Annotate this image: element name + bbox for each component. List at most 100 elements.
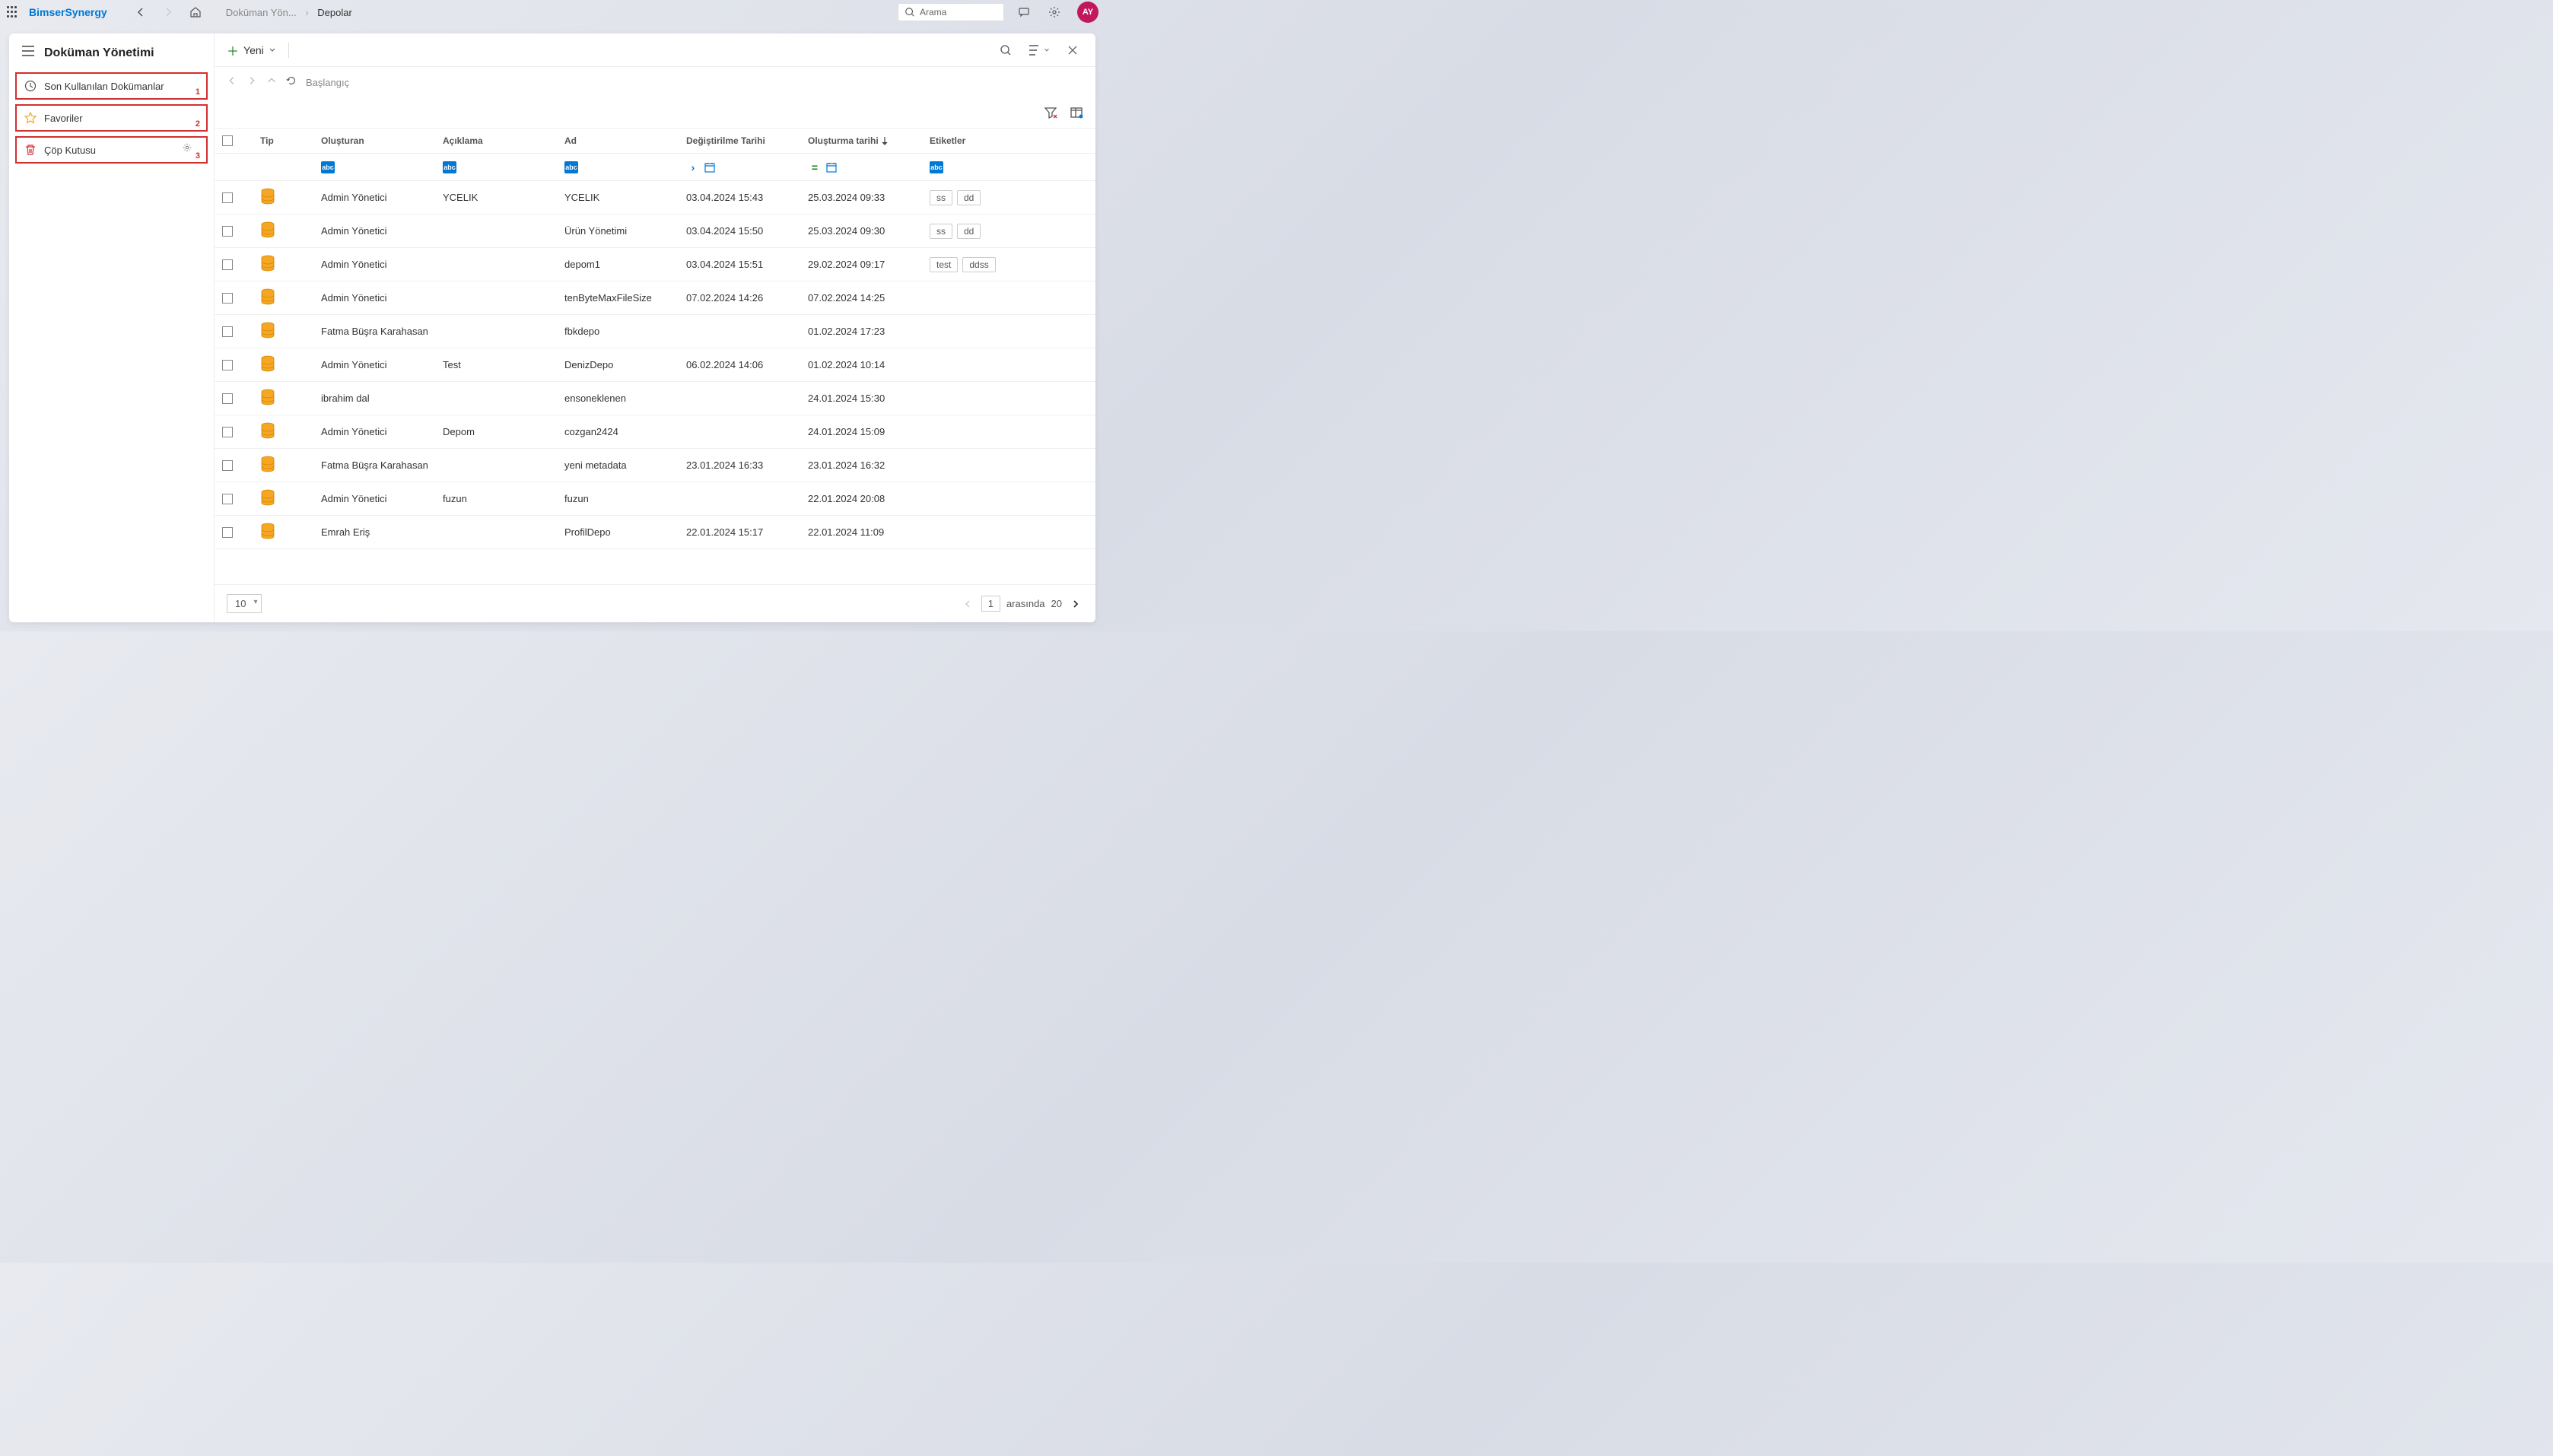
table-row[interactable]: Fatma Büşra Karahasan fbkdepo 01.02.2024…: [215, 315, 1095, 348]
table-row[interactable]: ibrahim dal ensoneklenen 24.01.2024 15:3…: [215, 382, 1095, 415]
page-number-input[interactable]: 1: [981, 596, 1000, 612]
sidebar-title: Doküman Yönetimi: [44, 46, 154, 60]
col-degis[interactable]: Değiştirilme Tarihi: [686, 135, 808, 146]
refresh-icon[interactable]: [286, 75, 297, 90]
search-placeholder: Arama: [920, 7, 946, 17]
row-checkbox[interactable]: [222, 393, 233, 404]
page-next-button[interactable]: [1068, 596, 1083, 612]
tag: ss: [930, 224, 952, 239]
cell-tags: testddss: [930, 257, 1082, 272]
filter-eq-icon[interactable]: =: [808, 161, 822, 173]
cell-degis: 22.01.2024 15:17: [686, 526, 808, 538]
database-icon: [260, 422, 275, 439]
table-row[interactable]: Admin Yönetici Ürün Yönetimi 03.04.2024 …: [215, 215, 1095, 248]
filter-text-icon[interactable]: abc: [564, 161, 578, 173]
cell-tags: ssdd: [930, 224, 1082, 239]
select-all-checkbox[interactable]: [222, 135, 233, 146]
cell-olusturan: Fatma Büşra Karahasan: [321, 459, 443, 471]
row-checkbox[interactable]: [222, 460, 233, 471]
nav-forward-button[interactable]: [159, 3, 177, 21]
nav-back-icon[interactable]: [227, 75, 237, 90]
sidebar-item-trash[interactable]: Çöp Kutusu 3: [15, 136, 208, 164]
filter-text-icon[interactable]: abc: [321, 161, 335, 173]
table-row[interactable]: Admin Yönetici YCELIK YCELIK 03.04.2024 …: [215, 181, 1095, 215]
row-checkbox[interactable]: [222, 494, 233, 504]
col-ad[interactable]: Ad: [564, 135, 686, 146]
filter-gt-icon[interactable]: ›: [686, 161, 700, 173]
nav-path: Başlangıç: [306, 77, 349, 88]
row-checkbox[interactable]: [222, 360, 233, 370]
page-prev-button[interactable]: [960, 596, 975, 612]
cell-degis: 07.02.2024 14:26: [686, 292, 808, 304]
database-icon: [260, 489, 275, 506]
table-header: Tip Oluşturan Açıklama Ad Değiştirilme T…: [215, 128, 1095, 154]
table-row[interactable]: Admin Yönetici Test DenizDepo 06.02.2024…: [215, 348, 1095, 382]
settings-icon[interactable]: [1044, 2, 1065, 23]
cell-olus: 29.02.2024 09:17: [808, 259, 930, 270]
cell-ad: depom1: [564, 259, 686, 270]
apps-icon[interactable]: [6, 5, 20, 19]
table-row[interactable]: Admin Yönetici fuzun fuzun 22.01.2024 20…: [215, 482, 1095, 516]
sidebar-item-favorites[interactable]: Favoriler 2: [15, 104, 208, 132]
cell-ad: fbkdepo: [564, 326, 686, 337]
table-row[interactable]: Emrah Eriş ProfilDepo 22.01.2024 15:17 2…: [215, 516, 1095, 549]
col-etiket[interactable]: Etiketler: [930, 135, 1082, 146]
calendar-icon[interactable]: [825, 161, 838, 173]
gear-icon[interactable]: [182, 142, 192, 153]
column-chooser-icon[interactable]: [1070, 106, 1083, 119]
row-checkbox[interactable]: [222, 527, 233, 538]
row-checkbox[interactable]: [222, 226, 233, 237]
sidebar-item-recent[interactable]: Son Kullanılan Dokümanlar 1: [15, 72, 208, 100]
table-row[interactable]: Admin Yönetici depom1 03.04.2024 15:51 2…: [215, 248, 1095, 281]
hamburger-icon[interactable]: [21, 46, 35, 60]
avatar[interactable]: AY: [1077, 2, 1098, 23]
row-checkbox[interactable]: [222, 326, 233, 337]
nav-back-button[interactable]: [132, 3, 150, 21]
filter-clear-icon[interactable]: [1044, 106, 1057, 119]
calendar-icon[interactable]: [703, 161, 717, 173]
col-olus[interactable]: Oluşturma tarihi: [808, 135, 930, 146]
chat-icon[interactable]: [1013, 2, 1035, 23]
cell-ad: YCELIK: [564, 192, 686, 203]
row-checkbox[interactable]: [222, 293, 233, 304]
tag: ss: [930, 190, 952, 205]
cell-aciklama: fuzun: [443, 493, 564, 504]
breadcrumb: Doküman Yön... › Depolar: [226, 7, 352, 18]
search-input[interactable]: Arama: [898, 3, 1004, 21]
cell-olus: 22.01.2024 20:08: [808, 493, 930, 504]
list-options-button[interactable]: [1029, 40, 1050, 61]
col-olusturan[interactable]: Oluşturan: [321, 135, 443, 146]
new-button[interactable]: ＋ Yeni: [227, 41, 276, 59]
home-button[interactable]: [186, 3, 205, 21]
nav-forward-icon[interactable]: [246, 75, 257, 90]
close-button[interactable]: [1062, 40, 1083, 61]
table-row[interactable]: Admin Yönetici tenByteMaxFileSize 07.02.…: [215, 281, 1095, 315]
sidebar-item-label: Çöp Kutusu: [44, 145, 199, 156]
cell-olusturan: Admin Yönetici: [321, 225, 443, 237]
table-row[interactable]: Admin Yönetici Depom cozgan2424 24.01.20…: [215, 415, 1095, 449]
cell-degis: 03.04.2024 15:51: [686, 259, 808, 270]
nav-up-icon[interactable]: [266, 75, 277, 90]
cell-olus: 22.01.2024 11:09: [808, 526, 930, 538]
cell-degis: 03.04.2024 15:43: [686, 192, 808, 203]
cell-ad: Ürün Yönetimi: [564, 225, 686, 237]
plus-icon: ＋: [227, 41, 239, 59]
sidebar-item-label: Favoriler: [44, 113, 199, 124]
breadcrumb-current: Depolar: [317, 7, 352, 18]
database-icon: [260, 456, 275, 472]
search-button[interactable]: [995, 40, 1016, 61]
filter-text-icon[interactable]: abc: [443, 161, 456, 173]
col-aciklama[interactable]: Açıklama: [443, 135, 564, 146]
row-checkbox[interactable]: [222, 192, 233, 203]
breadcrumb-parent[interactable]: Doküman Yön...: [226, 7, 297, 18]
page-size-select[interactable]: 10: [227, 594, 262, 613]
clock-icon: [24, 80, 37, 92]
row-checkbox[interactable]: [222, 259, 233, 270]
table-row[interactable]: Fatma Büşra Karahasan yeni metadata 23.0…: [215, 449, 1095, 482]
row-checkbox[interactable]: [222, 427, 233, 437]
new-button-label: Yeni: [243, 44, 264, 56]
cell-ad: ProfilDepo: [564, 526, 686, 538]
col-tip[interactable]: Tip: [260, 135, 321, 146]
cell-ad: ensoneklenen: [564, 393, 686, 404]
filter-text-icon[interactable]: abc: [930, 161, 943, 173]
